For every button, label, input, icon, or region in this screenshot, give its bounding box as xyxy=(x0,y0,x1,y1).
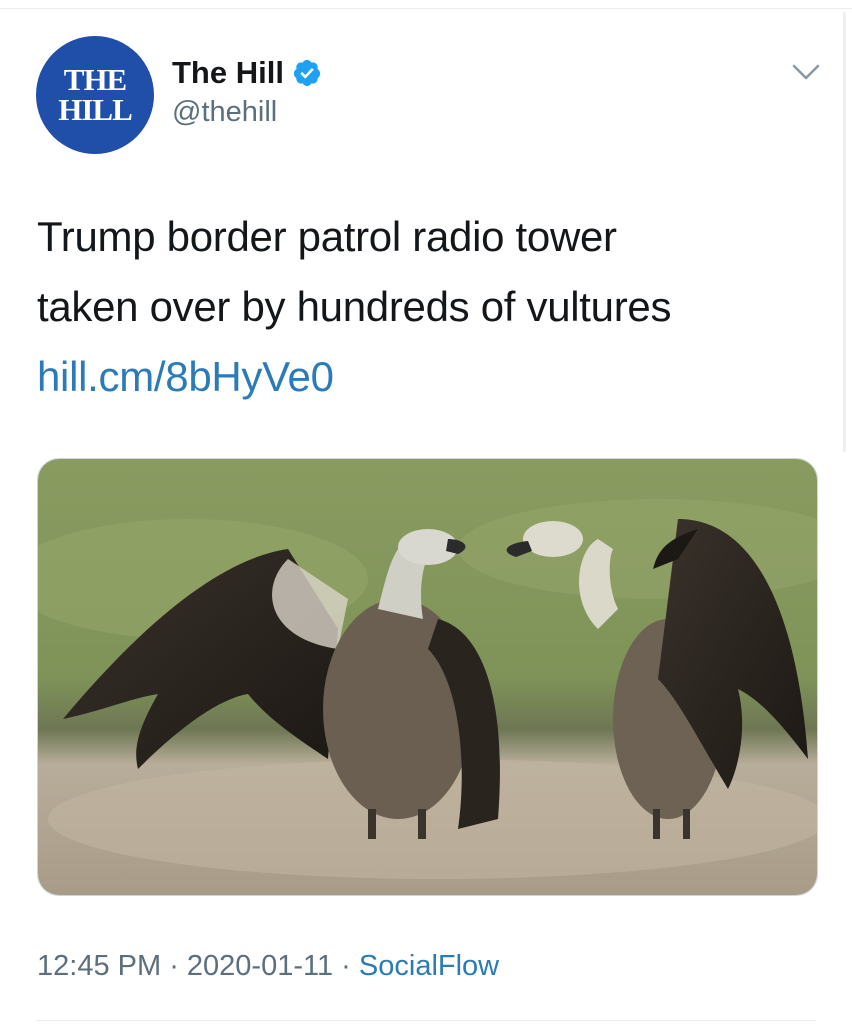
avatar[interactable]: THE HILL xyxy=(36,36,154,154)
tweet-link[interactable]: hill.cm/8bHyVe0 xyxy=(37,342,817,412)
display-name[interactable]: The Hill xyxy=(172,55,284,91)
tweet-media-image[interactable] xyxy=(37,458,818,896)
tweet-text-line1: Trump border patrol radio tower xyxy=(37,213,617,260)
verified-badge-icon xyxy=(293,59,321,87)
bottom-divider xyxy=(36,1020,816,1021)
tweet-text-line2: taken over by hundreds of vultures xyxy=(37,283,672,330)
tweet-date: 2020-01-11 xyxy=(186,950,334,982)
vultures-photo xyxy=(38,459,817,895)
chevron-down-icon[interactable] xyxy=(792,62,820,82)
tweet-text: Trump border patrol radio tower taken ov… xyxy=(37,202,817,412)
author-name-row[interactable]: The Hill xyxy=(172,55,322,91)
meta-separator: · xyxy=(333,950,359,982)
scrollbar[interactable] xyxy=(843,12,846,452)
tweet-time: 12:45 PM xyxy=(37,950,162,982)
tweet-meta: 12:45 PM · 2020-01-11 · SocialFlow xyxy=(37,950,499,983)
user-handle[interactable]: @thehill xyxy=(172,96,277,129)
tweet-source-link[interactable]: SocialFlow xyxy=(359,950,499,982)
meta-separator: · xyxy=(161,950,187,982)
avatar-text-line2: HILL xyxy=(58,92,133,127)
top-divider xyxy=(0,8,852,9)
avatar-text-line1: THE xyxy=(63,62,127,97)
